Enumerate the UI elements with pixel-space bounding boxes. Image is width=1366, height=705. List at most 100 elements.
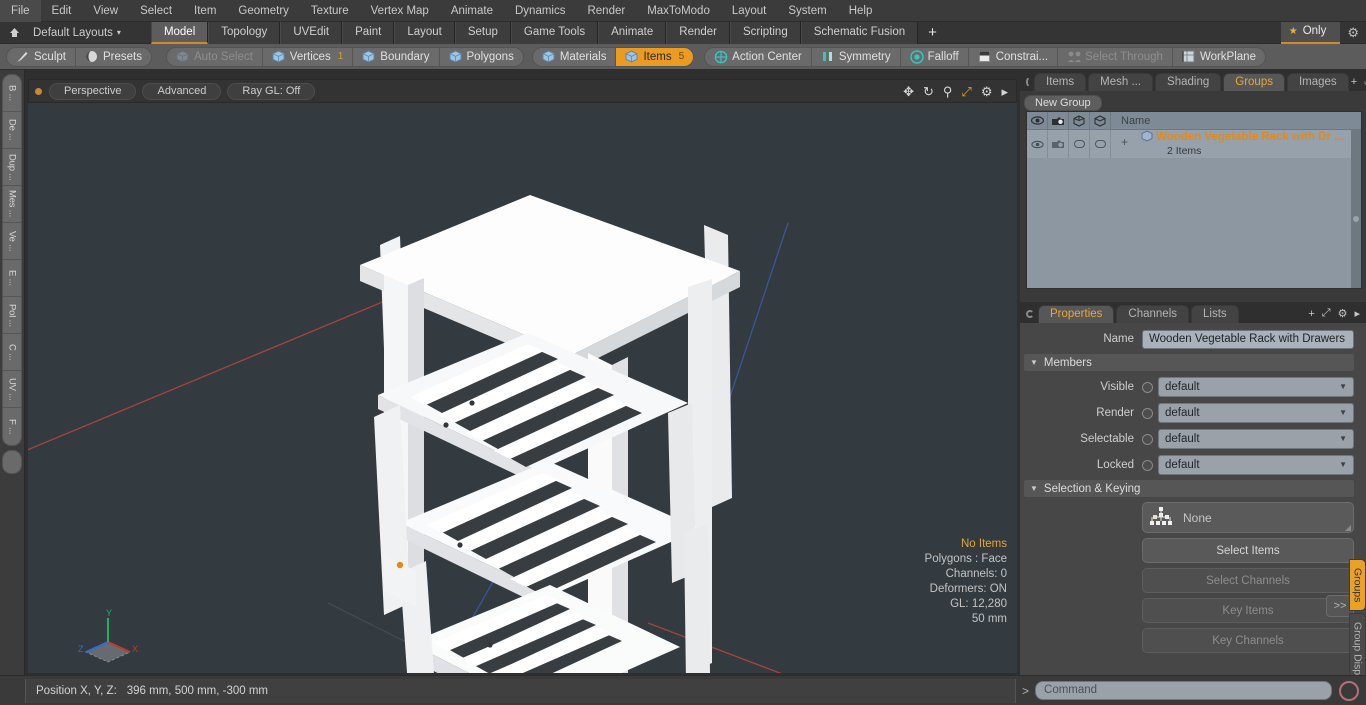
tool-falloff[interactable]: Falloff: [901, 47, 969, 66]
menu-item-system[interactable]: System: [777, 0, 837, 22]
left-rail-item-9[interactable]: F ...: [3, 408, 21, 445]
name-field[interactable]: Wooden Vegetable Rack with Drawers: [1142, 329, 1354, 349]
layout-tab-render[interactable]: Render: [666, 21, 730, 44]
channel-link-icon[interactable]: [1142, 433, 1153, 445]
gear-icon[interactable]: ⚙: [981, 85, 993, 98]
render-camera-icon[interactable]: [1048, 112, 1069, 129]
tool-constrai[interactable]: Constrai...: [969, 47, 1059, 66]
tool-vertices[interactable]: Vertices 1: [263, 47, 354, 66]
menu-item-maxtomodo[interactable]: MaxToModo: [636, 0, 721, 22]
layout-tab-game-tools[interactable]: Game Tools: [510, 21, 599, 44]
tool-symmetry[interactable]: Symmetry: [812, 47, 901, 66]
selection-keying-section-header[interactable]: ▼ Selection & Keying: [1024, 480, 1354, 497]
properties-menu-icon[interactable]: [1026, 310, 1034, 318]
viewport-3d[interactable]: Y X Z No Items Polygons : Face Channels:…: [28, 103, 1017, 673]
new-group-button[interactable]: New Group: [1024, 95, 1102, 111]
layout-tab-model[interactable]: Model: [150, 21, 209, 44]
row-visibility-toggle[interactable]: [1027, 130, 1048, 158]
move-icon[interactable]: ✥: [903, 85, 914, 98]
zoom-icon[interactable]: ⚲: [943, 85, 953, 98]
channel-link-icon[interactable]: [1142, 459, 1153, 471]
selectable-cube-icon[interactable]: [1069, 112, 1090, 129]
tool-boundary[interactable]: Boundary: [353, 47, 440, 66]
fit-icon[interactable]: ⤢: [961, 85, 971, 98]
select-items-button[interactable]: Select Items: [1142, 538, 1354, 563]
left-rail-extra-group[interactable]: [2, 450, 22, 474]
group-list[interactable]: Name + Wooden Vegetable Rack with Dr ...…: [1026, 111, 1362, 289]
tool-sculpt[interactable]: Sculpt: [7, 47, 76, 66]
member-dropdown[interactable]: default ▼: [1158, 403, 1354, 423]
menu-item-file[interactable]: File: [0, 0, 41, 22]
command-input[interactable]: Command: [1035, 681, 1332, 700]
viewport-shading-button[interactable]: Advanced: [142, 82, 222, 100]
vertical-tab-groups[interactable]: Groups: [1349, 559, 1366, 611]
menu-item-render[interactable]: Render: [576, 0, 636, 22]
lock-cube-icon[interactable]: [1090, 112, 1111, 129]
tab-lists[interactable]: Lists: [1191, 305, 1239, 323]
tool-workplane[interactable]: WorkPlane: [1173, 48, 1265, 66]
channel-link-icon[interactable]: [1142, 381, 1153, 393]
expand-icon[interactable]: +: [1121, 135, 1128, 149]
layout-tab-schematic-fusion[interactable]: Schematic Fusion: [800, 21, 919, 44]
tool-action-center[interactable]: Action Center: [705, 47, 812, 66]
tab-shading[interactable]: Shading: [1155, 73, 1222, 91]
tab-properties[interactable]: Properties: [1038, 305, 1115, 323]
panel-menu-icon[interactable]: [1026, 78, 1030, 86]
chevron-right-icon[interactable]: ▸: [1001, 85, 1008, 98]
row-name-cell[interactable]: + Wooden Vegetable Rack with Dr ... 2 It…: [1111, 130, 1361, 158]
menu-item-item[interactable]: Item: [183, 0, 227, 22]
left-rail-item-8[interactable]: UV ...: [3, 371, 21, 408]
layout-tab-animate[interactable]: Animate: [598, 21, 667, 44]
left-rail-item-7[interactable]: C ...: [3, 334, 21, 371]
chevron-right-icon[interactable]: ▸: [1354, 307, 1360, 320]
left-rail-item-3[interactable]: Mes ...: [3, 186, 21, 223]
record-icon[interactable]: [1339, 680, 1359, 701]
left-rail-item-0[interactable]: B ...: [3, 75, 21, 112]
tool-presets[interactable]: Presets: [76, 48, 151, 66]
left-rail-item-1[interactable]: De ...: [3, 112, 21, 149]
layout-tab-uvedit[interactable]: UVEdit: [280, 21, 343, 44]
left-rail-extra-item[interactable]: [3, 451, 21, 473]
only-toggle[interactable]: ★ Only: [1280, 21, 1341, 44]
menu-item-vertex-map[interactable]: Vertex Map: [360, 0, 440, 22]
member-dropdown[interactable]: default ▼: [1158, 377, 1354, 397]
layout-tab-layout[interactable]: Layout: [394, 21, 455, 44]
gear-icon[interactable]: ⚙: [1340, 25, 1366, 41]
tool-polygons[interactable]: Polygons: [440, 48, 523, 66]
tab-mesh[interactable]: Mesh ...: [1088, 73, 1154, 91]
group-list-scrollbar[interactable]: [1351, 130, 1361, 288]
add-tab-icon[interactable]: +: [1351, 76, 1357, 88]
gear-icon[interactable]: ⚙: [1338, 307, 1348, 320]
channel-link-icon[interactable]: [1142, 407, 1153, 419]
tab-channels[interactable]: Channels: [1116, 305, 1190, 323]
selection-set-picker[interactable]: None: [1142, 502, 1354, 533]
row-selectable-toggle[interactable]: [1069, 130, 1090, 158]
menu-item-animate[interactable]: Animate: [440, 0, 504, 22]
tab-items[interactable]: Items: [1034, 73, 1087, 91]
menu-item-texture[interactable]: Texture: [300, 0, 360, 22]
row-render-toggle[interactable]: [1048, 130, 1069, 158]
layout-tab-setup[interactable]: Setup: [454, 21, 511, 44]
member-dropdown[interactable]: default ▼: [1158, 429, 1354, 449]
tool-materials[interactable]: Materials: [533, 47, 617, 66]
expand-icon[interactable]: ⤢: [1322, 307, 1331, 320]
menu-item-select[interactable]: Select: [129, 0, 183, 22]
tool-select-through[interactable]: Select Through: [1058, 47, 1173, 66]
add-layout-tab-button[interactable]: +: [918, 22, 947, 43]
member-dropdown[interactable]: default ▼: [1158, 455, 1354, 475]
menu-item-edit[interactable]: Edit: [41, 0, 83, 22]
members-section-header[interactable]: ▼ Members: [1024, 354, 1354, 371]
table-row[interactable]: + Wooden Vegetable Rack with Dr ... 2 It…: [1027, 130, 1361, 158]
viewport-raygl-button[interactable]: Ray GL: Off: [227, 82, 316, 100]
viewport-projection-button[interactable]: Perspective: [49, 82, 137, 100]
layout-preset-label[interactable]: Default Layouts: [33, 27, 113, 39]
home-icon[interactable]: [3, 23, 25, 43]
layout-tab-paint[interactable]: Paint: [342, 21, 395, 44]
tool-auto-select[interactable]: Auto Select: [167, 47, 263, 66]
menu-item-dynamics[interactable]: Dynamics: [504, 0, 576, 22]
tab-images[interactable]: Images: [1286, 73, 1349, 91]
menu-item-help[interactable]: Help: [838, 0, 884, 22]
left-rail-item-4[interactable]: Ve ...: [3, 223, 21, 260]
tab-groups[interactable]: Groups: [1223, 73, 1285, 91]
layout-tab-topology[interactable]: Topology: [208, 21, 281, 44]
